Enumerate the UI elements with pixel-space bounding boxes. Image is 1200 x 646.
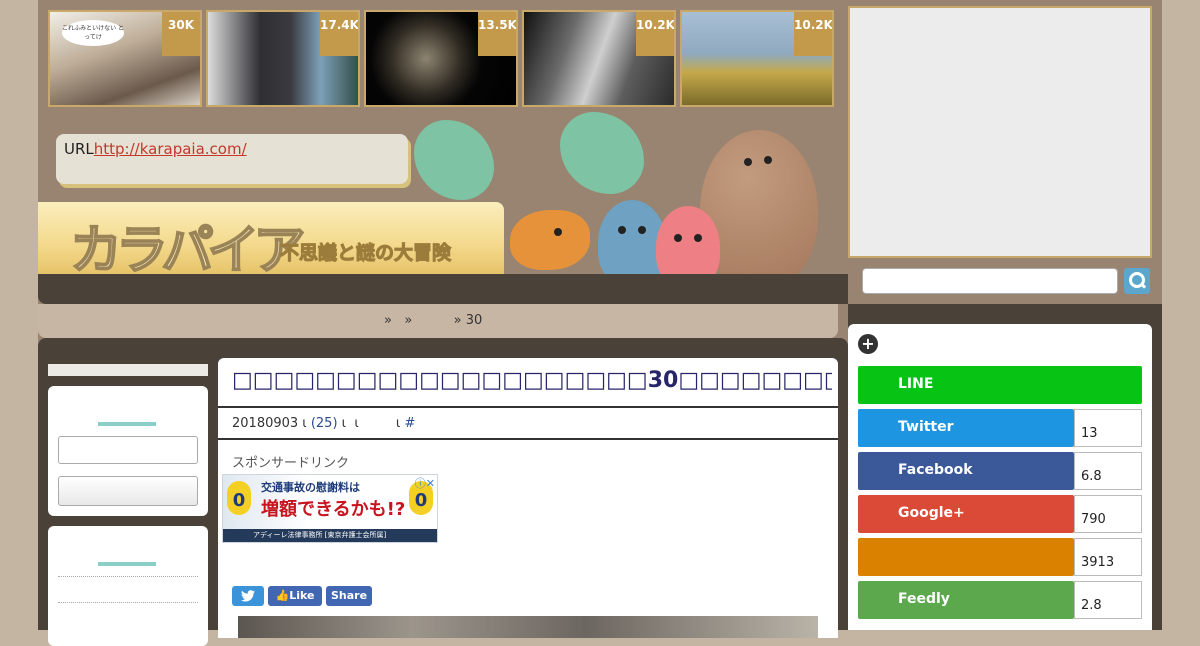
site-url-link[interactable]: http://karapaia.com/ bbox=[94, 140, 247, 158]
share-count: 13 bbox=[1074, 409, 1142, 447]
ad-zero-badge: 0 bbox=[227, 481, 251, 515]
article-title: □□□□□□□□□□□□□□□□□□□□30□□□□□□□□□□□□□□□□□□… bbox=[232, 368, 832, 393]
bug-character-illustration bbox=[510, 210, 590, 270]
twitter-share-button[interactable] bbox=[232, 586, 264, 606]
popular-thumb-3[interactable]: 13.5K bbox=[364, 10, 518, 107]
advertisement-banner[interactable]: 0 交通事故の慰謝料は 増額できるかも!? 0 ⓘ✕ アディーレ法律事務所 [東… bbox=[222, 474, 438, 543]
view-count: 10.2K bbox=[794, 12, 832, 56]
share-count: 3913 bbox=[1074, 538, 1142, 576]
site-logo-banner[interactable]: カラパイア 不思議と謎の大冒険 bbox=[38, 202, 504, 282]
sidebar-button[interactable] bbox=[58, 476, 198, 506]
share-label: Twitter bbox=[858, 409, 1074, 447]
share-row-twitter[interactable]: Twitter 13 bbox=[858, 409, 1142, 447]
popular-thumb-5[interactable]: 10.2K bbox=[680, 10, 834, 107]
share-label bbox=[858, 538, 1074, 576]
share-label: Facebook bbox=[858, 452, 1074, 490]
share-label: LINE bbox=[858, 366, 1142, 404]
view-count: 13.5K bbox=[478, 12, 516, 56]
left-sidebar-list-box bbox=[48, 526, 208, 646]
view-count: 30K bbox=[162, 12, 200, 56]
site-tagline: 不思議と謎の大冒険 bbox=[279, 242, 452, 265]
view-count: 17.4K bbox=[320, 12, 358, 56]
twitter-bird-icon bbox=[241, 590, 255, 602]
article-photo bbox=[238, 616, 818, 638]
share-row-hatena[interactable]: 3913 bbox=[858, 538, 1142, 576]
share-label: Feedly bbox=[858, 581, 1074, 619]
ad-line-1: 交通事故の慰謝料は bbox=[261, 481, 360, 494]
thumbs-up-icon: 👍 bbox=[275, 589, 290, 602]
popular-thumbnails: これふみといけない とってけ 30K 17.4K 13.5K 10.2K 10.… bbox=[48, 10, 834, 107]
share-label: Google+ bbox=[858, 495, 1074, 533]
divider bbox=[218, 406, 838, 408]
sidebar-input[interactable] bbox=[58, 436, 198, 464]
popular-thumb-2[interactable]: 17.4K bbox=[206, 10, 360, 107]
section-accent-bar bbox=[98, 422, 156, 426]
right-sidebar: + LINE Twitter 13 Facebook 6.8 Google+ 7… bbox=[848, 0, 1162, 630]
article-panel: □□□□□□□□□□□□□□□□□□□□30□□□□□□□□□□□□□□□□□□… bbox=[218, 358, 838, 638]
share-count: 6.8 bbox=[1074, 452, 1142, 490]
share-count: 790 bbox=[1074, 495, 1142, 533]
list-divider bbox=[58, 576, 198, 577]
article-date: 20180903 ι bbox=[232, 416, 307, 431]
search-input[interactable] bbox=[862, 268, 1118, 294]
breadcrumb-text[interactable]: » » » 30 bbox=[384, 313, 482, 328]
site-url-box: URLhttp://karapaia.com/ bbox=[56, 134, 408, 184]
share-count-panel: + LINE Twitter 13 Facebook 6.8 Google+ 7… bbox=[848, 324, 1152, 630]
tag-link[interactable]: # bbox=[404, 416, 415, 431]
share-row-googleplus[interactable]: Google+ 790 bbox=[858, 495, 1142, 533]
breadcrumb: » » » 30 bbox=[38, 304, 838, 338]
facebook-share-button[interactable]: Share bbox=[326, 586, 372, 606]
sidebar-ad-slot bbox=[848, 6, 1152, 258]
meta-separators: ι ι ι bbox=[337, 416, 401, 431]
left-sidebar-header-bar bbox=[48, 364, 208, 376]
share-row-facebook[interactable]: Facebook 6.8 bbox=[858, 452, 1142, 490]
article-meta: 20180903 ι (25) ι ι ι # bbox=[232, 416, 415, 431]
speech-bubble-decoration: これふみといけない とってけ bbox=[62, 20, 124, 46]
ad-line-2: 増額できるかも!? bbox=[261, 499, 406, 520]
list-divider bbox=[58, 602, 198, 603]
search-button[interactable] bbox=[1124, 268, 1150, 294]
comment-count-link[interactable]: (25) bbox=[311, 416, 338, 431]
ad-close-icon[interactable]: ⓘ✕ bbox=[415, 475, 435, 491]
popular-thumb-1[interactable]: これふみといけない とってけ 30K bbox=[48, 10, 202, 107]
header-bottom-band bbox=[38, 274, 848, 304]
facebook-like-button[interactable]: 👍Like bbox=[268, 586, 322, 606]
url-label: URL bbox=[64, 140, 94, 158]
share-row-feedly[interactable]: Feedly 2.8 bbox=[858, 581, 1142, 619]
view-count: 10.2K bbox=[636, 12, 674, 56]
left-sidebar-search-box bbox=[48, 386, 208, 516]
section-accent-bar bbox=[98, 562, 156, 566]
divider bbox=[218, 438, 838, 440]
plus-circle-icon[interactable]: + bbox=[858, 334, 878, 354]
ad-footer: アディーレ法律事務所 [東京弁護士会所属] bbox=[223, 529, 437, 542]
popular-thumb-4[interactable]: 10.2K bbox=[522, 10, 676, 107]
sponsored-label: スポンサードリンク bbox=[232, 456, 350, 471]
site-logo: カラパイア bbox=[69, 219, 307, 282]
share-count: 2.8 bbox=[1074, 581, 1142, 619]
share-row-line[interactable]: LINE bbox=[858, 366, 1142, 404]
